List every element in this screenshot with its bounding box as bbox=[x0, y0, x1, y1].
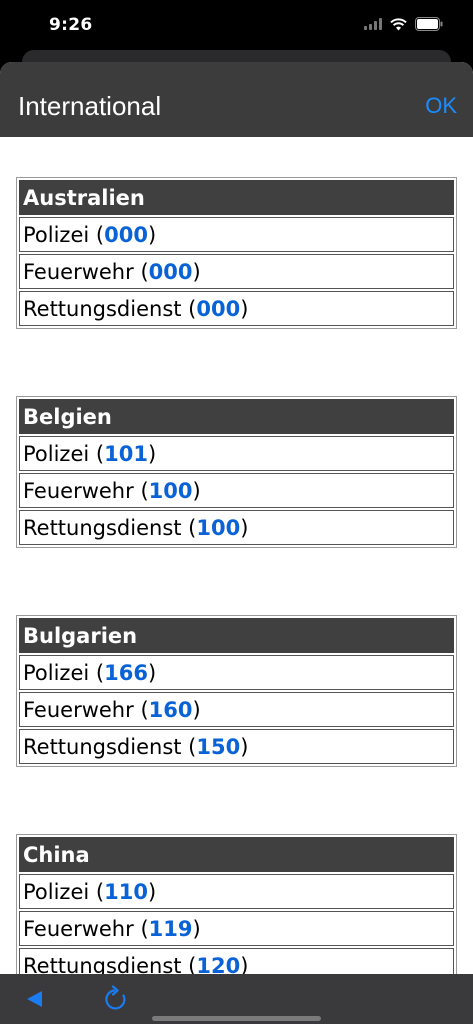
emergency-row-polizei[interactable]: Polizei (166) bbox=[19, 655, 454, 690]
page-title: International bbox=[18, 91, 162, 121]
emergency-row-polizei[interactable]: Polizei (000) bbox=[19, 217, 454, 252]
emergency-number-link[interactable]: 000 bbox=[149, 260, 193, 284]
emergency-number-link[interactable]: 166 bbox=[104, 661, 148, 685]
emergency-number-link[interactable]: 120 bbox=[196, 954, 240, 976]
emergency-row-polizei[interactable]: Polizei (110) bbox=[19, 874, 454, 909]
emergency-row-feuerwehr[interactable]: Feuerwehr (119) bbox=[19, 911, 454, 946]
country-table-bulgarien: Bulgarien Polizei (166) Feuerwehr (160) … bbox=[16, 615, 457, 767]
emergency-number-link[interactable]: 110 bbox=[104, 880, 148, 904]
emergency-row-polizei[interactable]: Polizei (101) bbox=[19, 436, 454, 471]
battery-icon bbox=[415, 17, 443, 31]
emergency-row-rettungsdienst[interactable]: Rettungsdienst (000) bbox=[19, 291, 454, 326]
content-area[interactable]: Australien Polizei (000) Feuerwehr (000)… bbox=[0, 137, 473, 975]
emergency-row-rettungsdienst[interactable]: Rettungsdienst (150) bbox=[19, 729, 454, 764]
status-icons bbox=[364, 17, 443, 31]
bottom-toolbar bbox=[0, 974, 473, 1024]
cellular-signal-icon bbox=[364, 18, 382, 30]
emergency-row-rettungsdienst[interactable]: Rettungsdienst (100) bbox=[19, 510, 454, 545]
emergency-number-link[interactable]: 100 bbox=[149, 479, 193, 503]
emergency-number-link[interactable]: 000 bbox=[196, 297, 240, 321]
country-name: Australien bbox=[19, 180, 454, 215]
home-indicator bbox=[152, 1016, 321, 1021]
country-name: Bulgarien bbox=[19, 618, 454, 653]
emergency-number-link[interactable]: 150 bbox=[196, 735, 240, 759]
status-bar: 9:26 bbox=[0, 0, 473, 54]
emergency-row-feuerwehr[interactable]: Feuerwehr (100) bbox=[19, 473, 454, 508]
emergency-row-feuerwehr[interactable]: Feuerwehr (160) bbox=[19, 692, 454, 727]
emergency-number-link[interactable]: 119 bbox=[149, 917, 193, 941]
modal-sheet: International OK Australien Polizei (000… bbox=[0, 62, 473, 1024]
emergency-number-link[interactable]: 100 bbox=[196, 516, 240, 540]
country-table-china: China Polizei (110) Feuerwehr (119) Rett… bbox=[16, 834, 457, 975]
country-table-belgien: Belgien Polizei (101) Feuerwehr (100) Re… bbox=[16, 396, 457, 548]
country-name: Belgien bbox=[19, 399, 454, 434]
emergency-number-link[interactable]: 000 bbox=[104, 223, 148, 247]
emergency-row-rettungsdienst[interactable]: Rettungsdienst (120) bbox=[19, 948, 454, 975]
status-time: 9:26 bbox=[49, 15, 93, 35]
country-table-australien: Australien Polizei (000) Feuerwehr (000)… bbox=[16, 177, 457, 329]
country-name: China bbox=[19, 837, 454, 872]
emergency-number-link[interactable]: 160 bbox=[149, 698, 193, 722]
emergency-number-link[interactable]: 101 bbox=[104, 442, 148, 466]
emergency-row-feuerwehr[interactable]: Feuerwehr (000) bbox=[19, 254, 454, 289]
navigation-bar: International OK bbox=[0, 62, 473, 137]
reload-icon[interactable] bbox=[103, 985, 129, 1017]
ok-button[interactable]: OK bbox=[425, 93, 457, 119]
back-triangle-icon[interactable] bbox=[26, 990, 43, 1012]
wifi-icon bbox=[390, 17, 407, 31]
